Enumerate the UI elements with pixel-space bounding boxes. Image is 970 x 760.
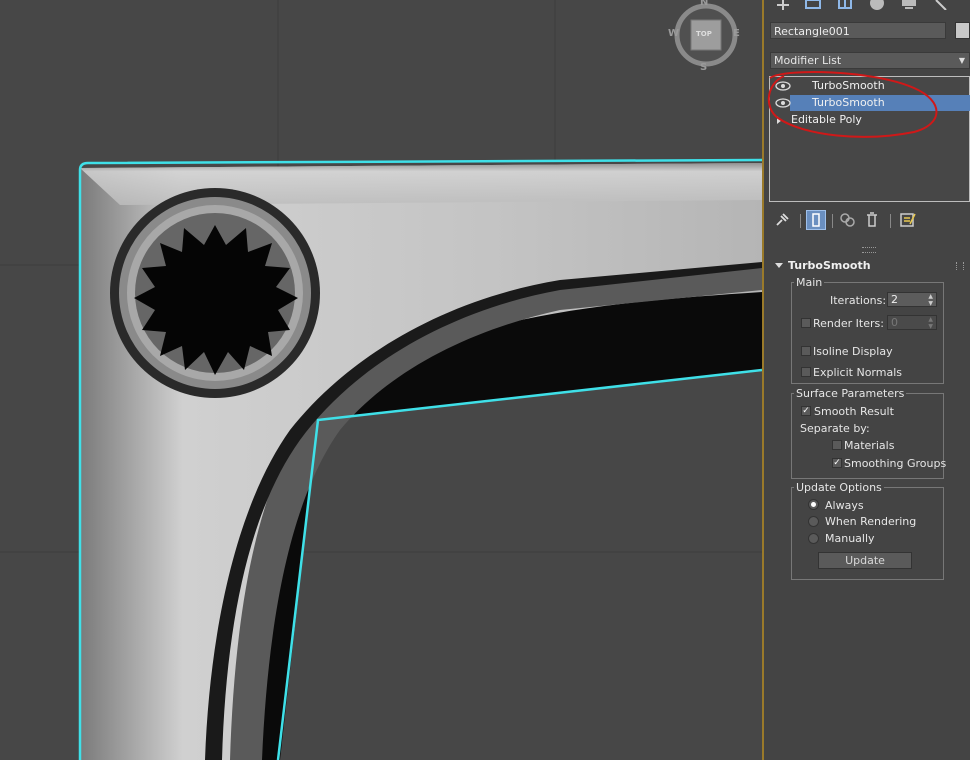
iterations-spinner[interactable]: 2 ▲ ▼: [887, 292, 937, 307]
viewport-scene[interactable]: [0, 0, 762, 760]
viewcube-top-face[interactable]: TOP: [696, 30, 712, 38]
iterations-label: Iterations:: [830, 294, 887, 307]
create-tab-icon[interactable]: [774, 0, 792, 10]
materials-label: Materials: [844, 439, 895, 452]
smooth-result-label: Smooth Result: [814, 405, 894, 418]
update-options-title: Update Options: [794, 481, 884, 494]
motion-tab-icon[interactable]: [868, 0, 886, 10]
show-end-result-button[interactable]: [806, 210, 826, 230]
explicit-normals-checkbox[interactable]: [801, 367, 811, 377]
stack-toolbar: [770, 208, 970, 232]
manually-radio[interactable]: [808, 533, 819, 544]
smoothing-groups-checkbox[interactable]: ✓: [832, 458, 842, 468]
when-rendering-radio[interactable]: [808, 516, 819, 527]
main-group-title: Main: [794, 276, 825, 289]
viewcube-east[interactable]: E: [733, 28, 740, 39]
hierarchy-tab-icon[interactable]: [836, 0, 854, 10]
viewport-top[interactable]: N S E W TOP: [0, 0, 762, 760]
render-iters-spinner[interactable]: 0 ▲ ▼: [887, 315, 937, 330]
make-unique-icon[interactable]: [838, 210, 858, 230]
rollout-title: TurboSmooth: [788, 259, 871, 272]
always-radio[interactable]: [808, 499, 819, 510]
turbosmooth-rollout-body: Main Iterations: 2 ▲ ▼ Render Iters: 0 ▲ ▼…: [769, 274, 970, 588]
show-end-result-icon: [812, 213, 820, 227]
rollout-grip-icon: [956, 262, 964, 270]
utilities-tab-icon[interactable]: [932, 0, 950, 10]
when-rendering-label: When Rendering: [825, 515, 917, 528]
configure-modifier-sets-icon[interactable]: [898, 210, 918, 230]
display-tab-icon[interactable]: [900, 0, 918, 10]
viewcube[interactable]: N S E W TOP: [668, 0, 740, 74]
update-button[interactable]: Update: [818, 552, 912, 569]
isoline-display-checkbox[interactable]: [801, 346, 811, 356]
manually-label: Manually: [825, 532, 875, 545]
isoline-display-label: Isoline Display: [813, 345, 893, 358]
viewcube-north[interactable]: N: [700, 0, 708, 8]
smoothing-groups-label: Smoothing Groups: [844, 457, 947, 470]
modify-tab-icon[interactable]: [804, 0, 822, 10]
pin-stack-icon[interactable]: [772, 210, 792, 230]
panel-grip[interactable]: [862, 247, 876, 253]
dropdown-arrow-icon: ▼: [958, 56, 965, 65]
render-iters-label: Render Iters:: [813, 317, 884, 330]
explicit-normals-label: Explicit Normals: [813, 366, 902, 379]
render-iters-checkbox[interactable]: [801, 318, 811, 328]
separate-by-label: Separate by:: [800, 422, 870, 435]
spinner-arrows-icon[interactable]: ▲ ▼: [928, 316, 933, 330]
spinner-arrows-icon[interactable]: ▲ ▼: [928, 293, 933, 307]
viewcube-west[interactable]: W: [668, 28, 679, 39]
object-color-swatch[interactable]: [955, 22, 970, 39]
surface-parameters-title: Surface Parameters: [794, 387, 907, 400]
materials-checkbox[interactable]: [832, 440, 842, 450]
command-panel-tabs: [764, 0, 970, 14]
remove-modifier-icon[interactable]: [862, 210, 882, 230]
smooth-result-checkbox[interactable]: ✓: [801, 406, 811, 416]
viewcube-south[interactable]: S: [700, 62, 707, 73]
red-annotation-circle: [768, 71, 938, 138]
always-label: Always: [825, 499, 864, 512]
iterations-value: 2: [891, 293, 898, 306]
render-iters-value: 0: [891, 316, 898, 329]
object-name-field[interactable]: Rectangle001: [770, 22, 946, 39]
collapse-triangle-icon[interactable]: [775, 263, 783, 268]
turbosmooth-rollout-header[interactable]: TurboSmooth: [770, 258, 970, 274]
